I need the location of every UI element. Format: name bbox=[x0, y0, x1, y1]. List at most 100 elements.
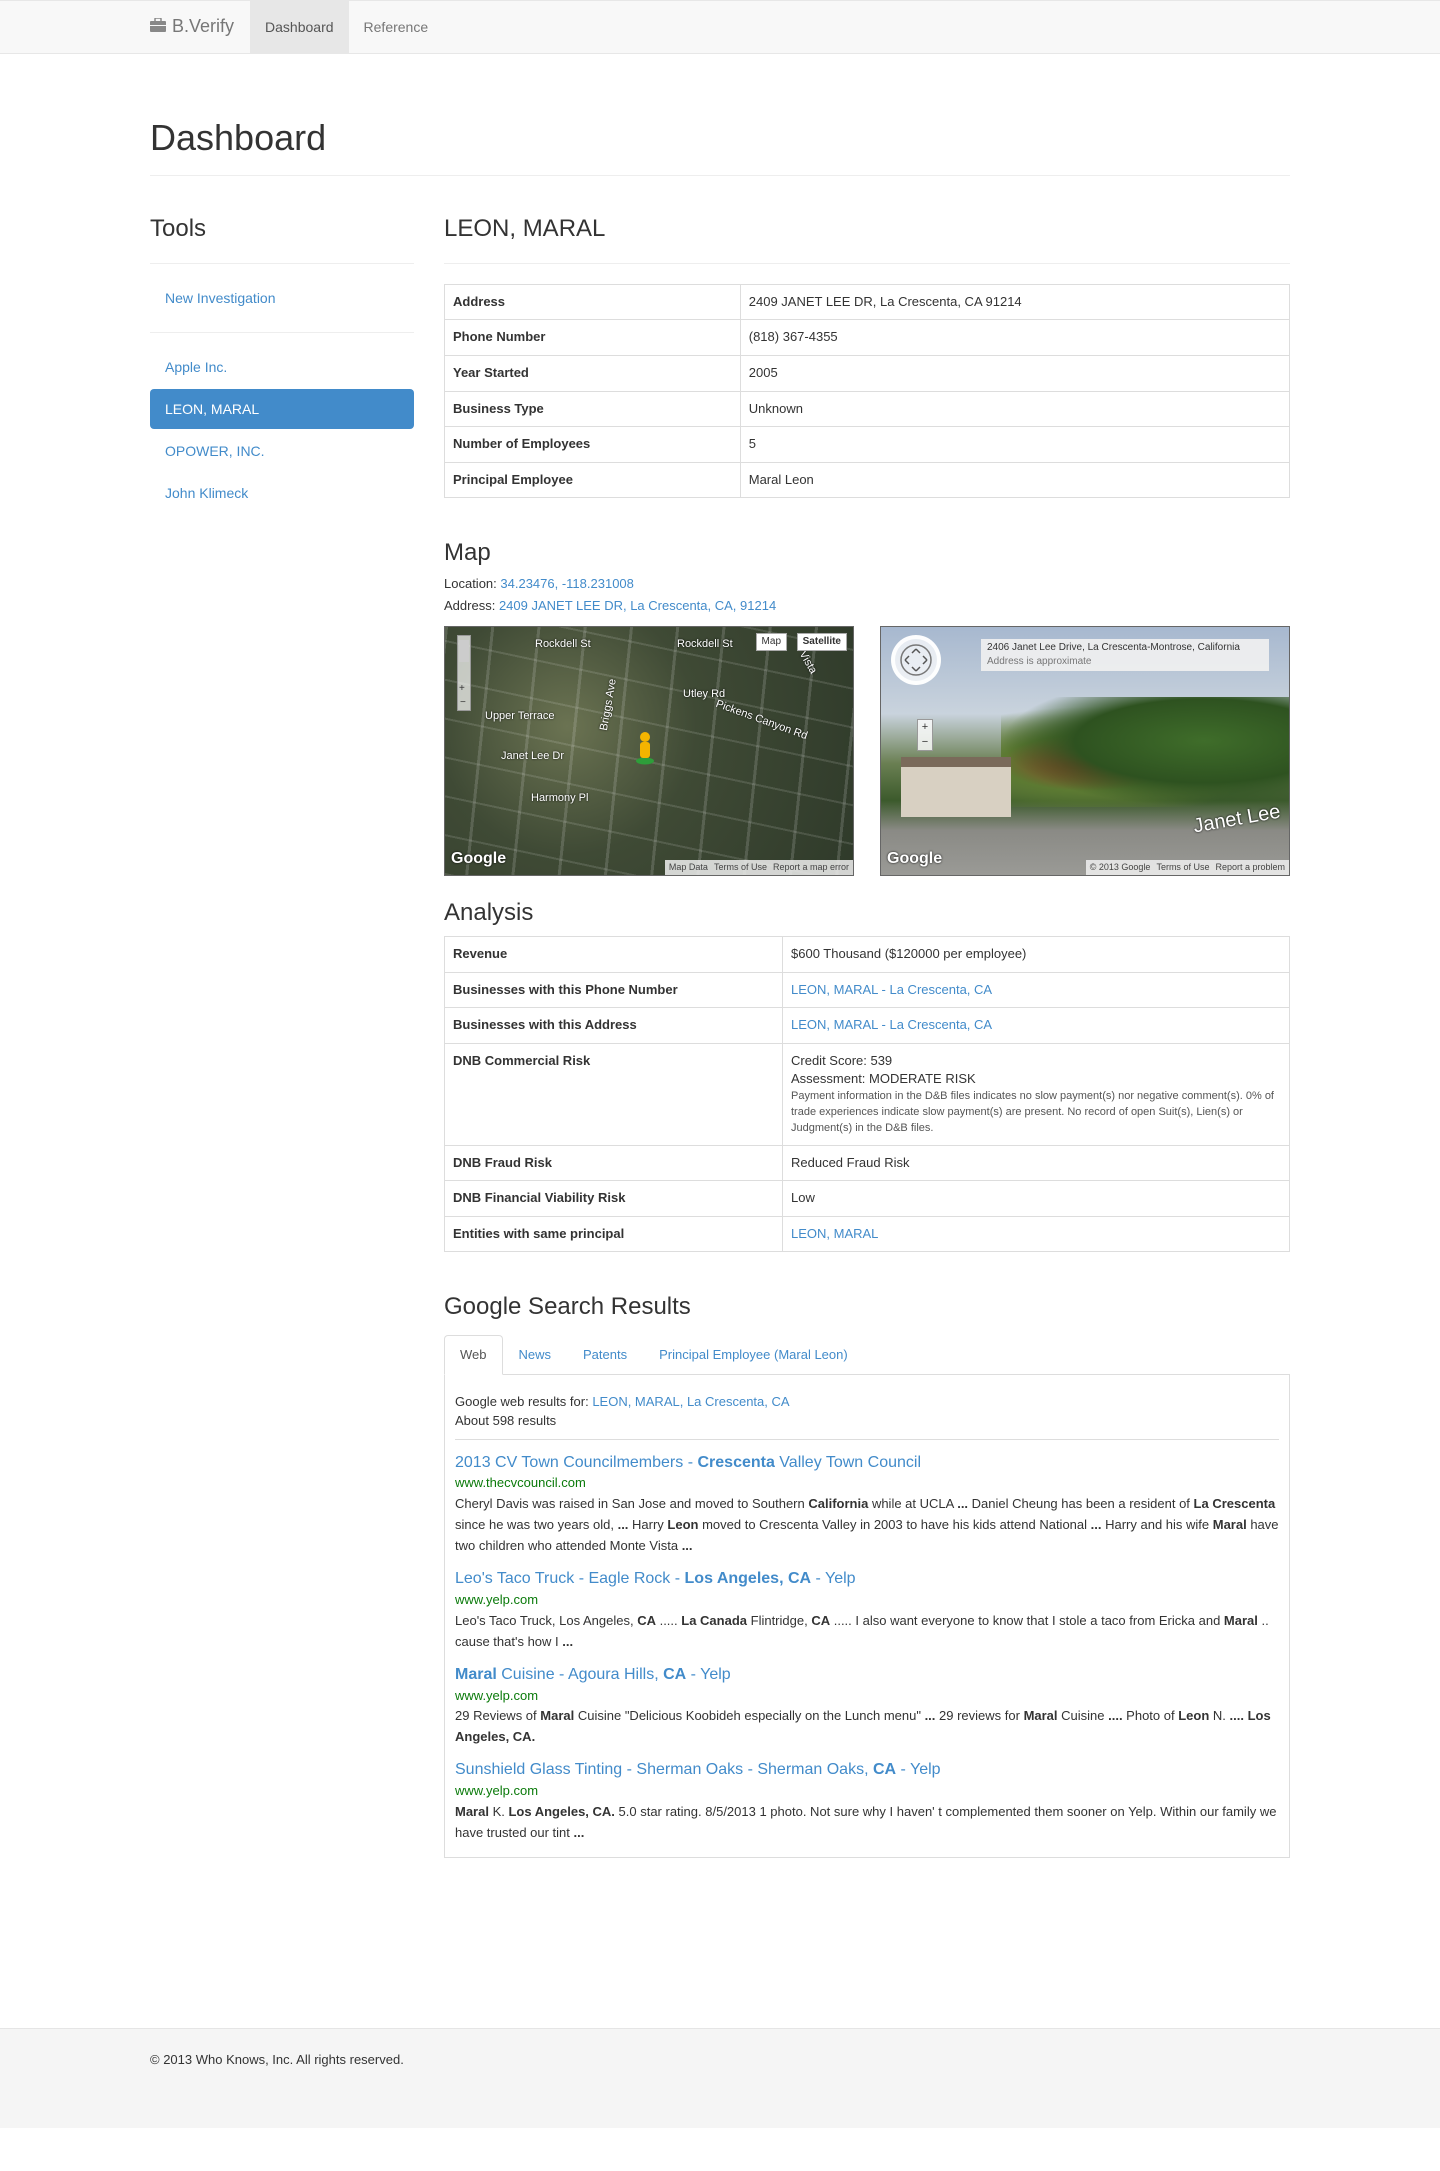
result-url: www.yelp.com bbox=[455, 1591, 539, 1607]
sidebar-item-apple[interactable]: Apple Inc. bbox=[150, 347, 414, 387]
location-label: Location: bbox=[444, 575, 497, 591]
search-result: Leo's Taco Truck - Eagle Rock - Los Ange… bbox=[455, 1568, 1279, 1652]
result-snippet: Cheryl Davis was raised in San Jose and … bbox=[455, 1495, 1279, 1554]
terms-link[interactable]: Terms of Use bbox=[1156, 861, 1209, 874]
google-logo: Google bbox=[451, 849, 507, 867]
entity-name: LEON, MARAL bbox=[444, 200, 1290, 264]
search-result: Maral Cuisine - Agoura Hills, CA - Yelp w… bbox=[455, 1664, 1279, 1748]
analysis-table: Revenue $600 Thousand ($120000 per employ… bbox=[444, 936, 1290, 1253]
pan-control[interactable] bbox=[891, 634, 941, 685]
street-address: 2406 Janet Lee Drive, La Crescenta-Montr… bbox=[987, 641, 1240, 653]
map-data-link[interactable]: Map Data bbox=[669, 861, 708, 874]
nav-reference[interactable]: Reference bbox=[349, 1, 444, 53]
search-tabs: Web News Patents Principal Employee (Mar… bbox=[444, 1334, 1290, 1376]
tab-patents[interactable]: Patents bbox=[567, 1335, 643, 1376]
detail-value: (818) 367-4355 bbox=[739, 319, 1291, 356]
satellite-map[interactable]: Rockdell St Rockdell St Utley Rd Upper T… bbox=[444, 625, 854, 876]
risk-note: Payment information in the D&B files ind… bbox=[791, 1089, 1274, 1134]
search-section: Google Search Results Web News Patents P… bbox=[444, 1290, 1290, 1858]
map-street-label: Upper Terrace bbox=[485, 709, 555, 722]
map-heading: Map bbox=[444, 539, 491, 567]
brand-link[interactable]: B.Verify bbox=[150, 1, 250, 53]
map-street-label: Harmony Pl bbox=[531, 791, 589, 804]
analysis-key: DNB Commercial Risk bbox=[444, 1042, 783, 1146]
analysis-key: Businesses with this Address bbox=[444, 1007, 783, 1044]
result-snippet: Maral K. Los Angeles, CA. 5.0 star ratin… bbox=[455, 1803, 1277, 1840]
map-street-label: Rockdell St bbox=[535, 637, 591, 650]
detail-key: Year Started bbox=[444, 354, 741, 392]
credit-score: Credit Score: 539 bbox=[791, 1052, 893, 1068]
results-query-link[interactable]: LEON, MARAL, La Crescenta, CA bbox=[592, 1394, 789, 1409]
street-zoom[interactable]: + − bbox=[917, 718, 933, 751]
detail-key: Address bbox=[444, 283, 741, 321]
sidebar-item-leon-maral[interactable]: LEON, MARAL bbox=[150, 388, 414, 429]
table-row: Address 2409 JANET LEE DR, La Crescenta, … bbox=[444, 283, 1291, 321]
analysis-value: Low bbox=[782, 1180, 1290, 1217]
analysis-value: $600 Thousand ($120000 per employee) bbox=[782, 936, 1290, 973]
address-label: Address: bbox=[444, 598, 496, 614]
detail-value: Maral Leon bbox=[739, 461, 1291, 499]
result-title-link[interactable]: Leo's Taco Truck - Eagle Rock - Los Ange… bbox=[455, 1570, 856, 1587]
map-street-label: Rockdell St bbox=[677, 637, 733, 650]
sidebar-item-opower[interactable]: OPOWER, INC. bbox=[150, 431, 414, 471]
satellite-type-button[interactable]: Satellite bbox=[796, 632, 847, 652]
google-logo: Google bbox=[887, 849, 943, 867]
zoom-in-icon[interactable]: + bbox=[918, 720, 932, 735]
analysis-key: Revenue bbox=[444, 936, 783, 973]
tab-news[interactable]: News bbox=[503, 1335, 568, 1376]
zoom-out-icon[interactable]: − bbox=[460, 697, 466, 708]
address-link[interactable]: 2409 JANET LEE DR, La Crescenta, CA, 912… bbox=[499, 598, 776, 613]
map-type-button[interactable]: Map bbox=[755, 632, 787, 652]
zoom-slider[interactable]: + − bbox=[457, 634, 471, 711]
address-business-link[interactable]: LEON, MARAL - La Crescenta, CA bbox=[791, 1017, 992, 1032]
tools-heading: Tools bbox=[150, 200, 414, 264]
street-address-box: 2406 Janet Lee Drive, La Crescenta-Montr… bbox=[981, 638, 1269, 672]
result-title-link[interactable]: Maral Cuisine - Agoura Hills, CA - Yelp bbox=[455, 1666, 731, 1683]
terms-link[interactable]: Terms of Use bbox=[714, 861, 767, 874]
detail-value: 5 bbox=[739, 426, 1291, 463]
detail-value: 2409 JANET LEE DR, La Crescenta, CA 9121… bbox=[739, 283, 1291, 321]
page-title: Dashboard bbox=[150, 112, 1290, 177]
table-row: Year Started 2005 bbox=[444, 354, 1291, 392]
table-row: Businesses with this Address LEON, MARAL … bbox=[444, 1007, 1290, 1044]
new-investigation-link[interactable]: New Investigation bbox=[150, 278, 414, 318]
results-for-label: Google web results for: bbox=[455, 1394, 589, 1410]
result-url: www.yelp.com bbox=[455, 1783, 539, 1799]
map-street-label: Janet Lee Dr bbox=[501, 749, 564, 762]
footer: © 2013 Who Knows, Inc. All rights reserv… bbox=[0, 2027, 1440, 2128]
street-view[interactable]: 2406 Janet Lee Drive, La Crescenta-Montr… bbox=[880, 625, 1290, 876]
result-title-link[interactable]: Sunshield Glass Tinting - Sherman Oaks -… bbox=[455, 1761, 941, 1778]
analysis-value: Reduced Fraud Risk bbox=[782, 1144, 1290, 1182]
zoom-in-icon[interactable]: + bbox=[459, 683, 465, 694]
search-panel: Google web results for: LEON, MARAL, La … bbox=[444, 1375, 1290, 1858]
detail-key: Principal Employee bbox=[444, 461, 741, 499]
analysis-section: Analysis Revenue $600 Thousand ($120000 p… bbox=[444, 896, 1290, 1253]
brand-name: B.Verify bbox=[172, 16, 235, 37]
investigation-list: Apple Inc. LEON, MARAL OPOWER, INC. John… bbox=[150, 347, 414, 513]
tab-principal-employee[interactable]: Principal Employee (Maral Leon) bbox=[643, 1335, 864, 1376]
result-url: www.thecvcouncil.com bbox=[455, 1475, 586, 1491]
table-row: Businesses with this Phone Number LEON, M… bbox=[444, 971, 1290, 1009]
result-title-link[interactable]: 2013 CV Town Councilmembers - Crescenta … bbox=[455, 1454, 921, 1471]
zoom-out-icon[interactable]: − bbox=[918, 735, 932, 750]
analysis-heading: Analysis bbox=[444, 898, 534, 926]
nav-dashboard[interactable]: Dashboard bbox=[250, 1, 349, 53]
tab-web[interactable]: Web bbox=[444, 1334, 503, 1376]
sidebar-item-john-klimeck[interactable]: John Klimeck bbox=[150, 473, 414, 513]
location-link[interactable]: 34.23476, -118.231008 bbox=[500, 576, 634, 591]
table-row: Revenue $600 Thousand ($120000 per employ… bbox=[444, 936, 1290, 973]
entity-details-table: Address 2409 JANET LEE DR, La Crescenta, … bbox=[444, 283, 1291, 499]
street-trees bbox=[1001, 696, 1289, 807]
pegman-icon[interactable] bbox=[635, 731, 655, 770]
phone-business-link[interactable]: LEON, MARAL - La Crescenta, CA bbox=[791, 982, 992, 997]
map-section: Map Location: 34.23476, -118.231008 Addr… bbox=[444, 536, 1290, 876]
sidebar: Tools New Investigation Apple Inc. LEON,… bbox=[150, 200, 414, 1857]
table-row: DNB Fraud Risk Reduced Fraud Risk bbox=[444, 1144, 1290, 1182]
results-list: 2013 CV Town Councilmembers - Crescenta … bbox=[455, 1452, 1279, 1843]
map-street-label: Briggs Ave bbox=[597, 677, 619, 732]
analysis-key: DNB Fraud Risk bbox=[444, 1144, 783, 1182]
report-problem-link[interactable]: Report a problem bbox=[1215, 861, 1285, 874]
principal-entity-link[interactable]: LEON, MARAL bbox=[791, 1226, 878, 1241]
detail-key: Number of Employees bbox=[444, 426, 741, 463]
report-map-error-link[interactable]: Report a map error bbox=[773, 861, 849, 874]
